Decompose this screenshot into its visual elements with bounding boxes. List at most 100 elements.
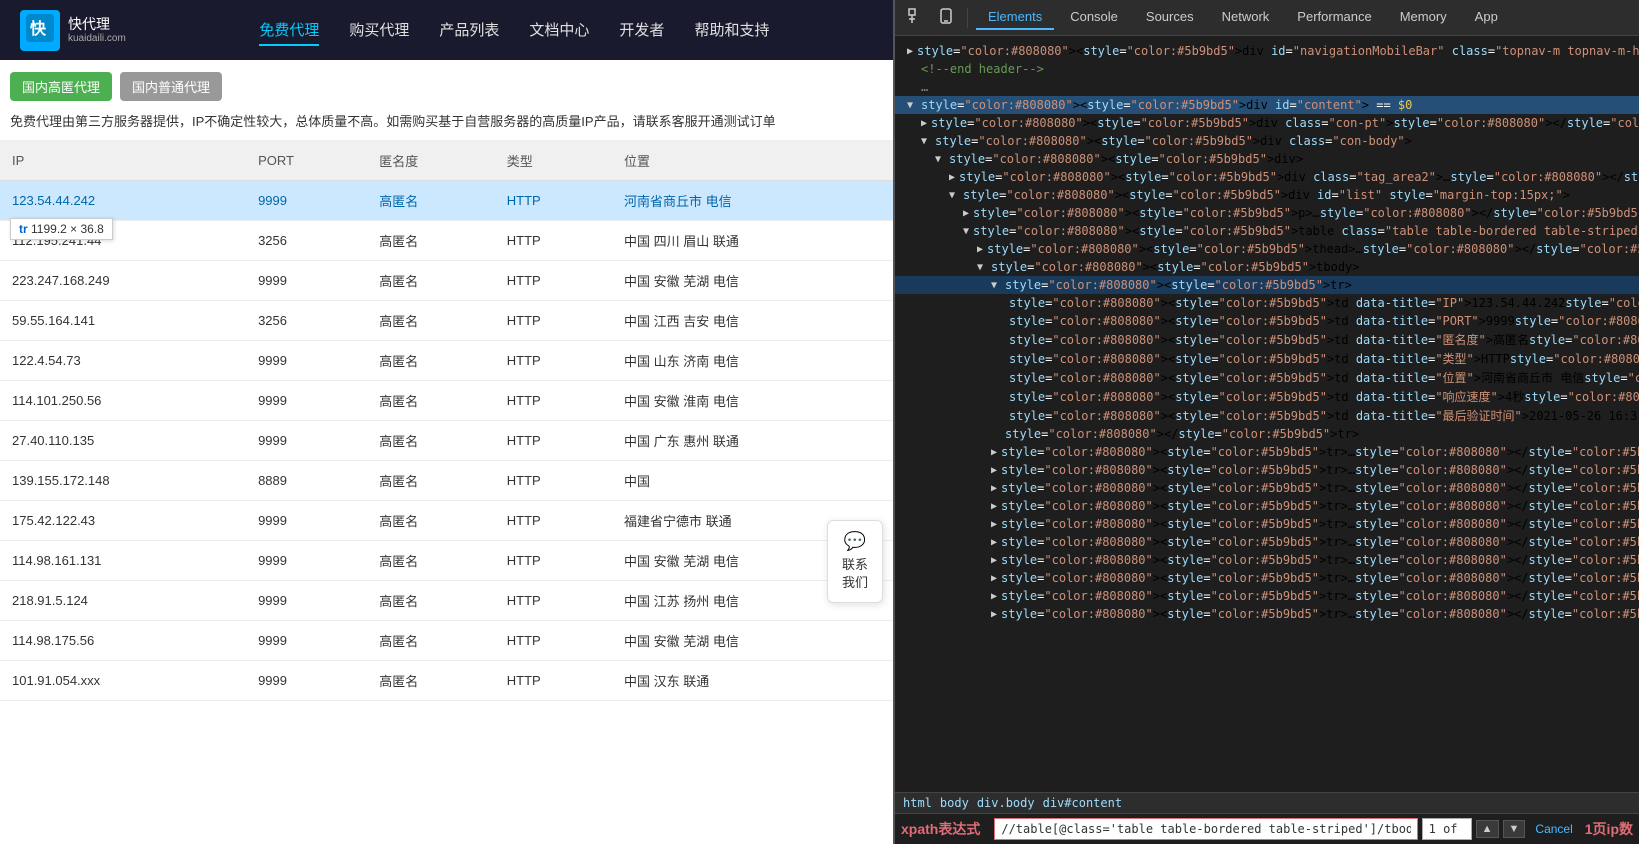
dom-line[interactable]: style="color:#808080"><style="color:#5b9… xyxy=(895,515,1639,533)
table-row[interactable]: 59.55.164.1413256高匿名HTTP中国 江西 吉安 电信 xyxy=(0,301,893,341)
dom-line[interactable]: style="color:#808080"><style="color:#5b9… xyxy=(895,443,1639,461)
triangle-icon[interactable] xyxy=(991,483,997,494)
dom-line[interactable]: style="color:#808080"><style="color:#5b9… xyxy=(895,533,1639,551)
triangle-icon[interactable] xyxy=(949,172,955,183)
breadcrumb-item[interactable]: body xyxy=(940,796,969,810)
triangle-icon[interactable] xyxy=(991,501,997,512)
dom-line[interactable]: style="color:#808080"><style="color:#5b9… xyxy=(895,587,1639,605)
dom-line[interactable]: style="color:#808080"><style="color:#5b9… xyxy=(895,168,1639,186)
dom-content: style="color:#808080"><style="color:#5b9… xyxy=(921,98,1412,112)
dom-line[interactable]: style="color:#808080"><style="color:#5b9… xyxy=(895,42,1639,60)
dom-line[interactable]: style="color:#808080"><style="color:#5b9… xyxy=(895,330,1639,349)
dom-line[interactable]: style="color:#808080"><style="color:#5b9… xyxy=(895,479,1639,497)
table-row[interactable]: 223.247.168.2499999高匿名HTTP中国 安徽 芜湖 电信 xyxy=(0,261,893,301)
table-row[interactable]: 112.195.241.443256高匿名HTTP中国 四川 眉山 联通 xyxy=(0,221,893,261)
nav-link-help[interactable]: 帮助和支持 xyxy=(694,15,769,46)
dom-line[interactable]: style="color:#808080"><style="color:#5b9… xyxy=(895,240,1639,258)
table-wrapper[interactable]: IP PORT 匿名度 类型 位置 123.54.44.2429999高匿名HT… xyxy=(0,141,893,844)
dom-line[interactable]: style="color:#808080"><style="color:#5b9… xyxy=(895,551,1639,569)
tab-sources[interactable]: Sources xyxy=(1134,5,1206,30)
triangle-icon[interactable] xyxy=(921,136,931,147)
tab-network[interactable]: Network xyxy=(1210,5,1282,30)
table-row[interactable]: 123.54.44.2429999高匿名HTTP河南省商丘市 电信 xyxy=(0,181,893,221)
dom-content: style="color:#808080"><style="color:#5b9… xyxy=(987,242,1639,256)
nav-link-free[interactable]: 免费代理 xyxy=(259,15,319,46)
dom-line[interactable]: style="color:#808080"><style="color:#5b9… xyxy=(895,497,1639,515)
dom-line[interactable]: style="color:#808080"><style="color:#5b9… xyxy=(895,258,1639,276)
dom-content: … xyxy=(921,80,928,94)
dom-line[interactable]: … xyxy=(895,78,1639,96)
dom-line[interactable]: style="color:#808080"><style="color:#5b9… xyxy=(895,312,1639,330)
table-row[interactable]: 27.40.110.1359999高匿名HTTP中国 广东 惠州 联通 xyxy=(0,421,893,461)
triangle-icon[interactable] xyxy=(991,519,997,530)
triangle-icon[interactable] xyxy=(907,46,913,57)
device-icon[interactable] xyxy=(933,5,959,30)
triangle-icon[interactable] xyxy=(921,118,927,129)
chat-widget[interactable]: 💬 联系我们 xyxy=(827,520,883,603)
triangle-icon[interactable] xyxy=(949,190,959,201)
nav-link-buy[interactable]: 购买代理 xyxy=(349,15,409,46)
dom-tree[interactable]: style="color:#808080"><style="color:#5b9… xyxy=(895,36,1639,792)
triangle-icon[interactable] xyxy=(977,262,987,273)
triangle-icon[interactable] xyxy=(907,100,917,111)
triangle-icon[interactable] xyxy=(991,447,997,458)
dom-line[interactable]: style="color:#808080"><style="color:#5b9… xyxy=(895,114,1639,132)
dom-line[interactable]: style="color:#808080"><style="color:#5b9… xyxy=(895,569,1639,587)
table-row[interactable]: 114.98.161.1319999高匿名HTTP中国 安徽 芜湖 电信 xyxy=(0,541,893,581)
dom-line[interactable]: style="color:#808080"><style="color:#5b9… xyxy=(895,349,1639,368)
dom-line[interactable]: style="color:#808080"><style="color:#5b9… xyxy=(895,96,1639,114)
table-row[interactable]: 139.155.172.1488889高匿名HTTP中国 xyxy=(0,461,893,501)
page-input[interactable] xyxy=(1422,818,1472,840)
dom-content: style="color:#808080"><style="color:#5b9… xyxy=(931,116,1639,130)
cancel-button[interactable]: Cancel xyxy=(1529,820,1578,838)
tab-console[interactable]: Console xyxy=(1058,5,1130,30)
tab-memory[interactable]: Memory xyxy=(1388,5,1459,30)
dom-line[interactable]: style="color:#808080"><style="color:#5b9… xyxy=(895,387,1639,406)
dom-line[interactable]: style="color:#808080"><style="color:#5b9… xyxy=(895,150,1639,168)
dom-line[interactable]: style="color:#808080"><style="color:#5b9… xyxy=(895,186,1639,204)
tab-normal[interactable]: 国内普通代理 xyxy=(120,72,222,101)
table-row[interactable]: 101.91.054.xxx9999高匿名HTTP中国 汉东 联通 xyxy=(0,661,893,701)
triangle-icon[interactable] xyxy=(991,609,997,620)
breadcrumb-item[interactable]: html xyxy=(903,796,932,810)
nav-link-docs[interactable]: 文档中心 xyxy=(529,15,589,46)
triangle-icon[interactable] xyxy=(991,573,997,584)
tab-app[interactable]: App xyxy=(1463,5,1510,30)
triangle-icon[interactable] xyxy=(977,244,983,255)
triangle-icon[interactable] xyxy=(991,280,1001,291)
table-row[interactable]: 218.91.5.1249999高匿名HTTP中国 江苏 扬州 电信 xyxy=(0,581,893,621)
table-row[interactable]: 114.101.250.569999高匿名HTTP中国 安徽 淮南 电信 xyxy=(0,381,893,421)
nav-link-products[interactable]: 产品列表 xyxy=(439,15,499,46)
breadcrumb-item[interactable]: div#content xyxy=(1043,796,1122,810)
triangle-icon[interactable] xyxy=(991,465,997,476)
dom-line[interactable]: style="color:#808080"><style="color:#5b9… xyxy=(895,461,1639,479)
nav-up-arrow[interactable]: ▲ xyxy=(1476,820,1499,838)
table-row[interactable]: 175.42.122.439999高匿名HTTP福建省宁德市 联通 xyxy=(0,501,893,541)
table-row[interactable]: 114.98.175.569999高匿名HTTP中国 安徽 芜湖 电信 xyxy=(0,621,893,661)
triangle-icon[interactable] xyxy=(991,591,997,602)
dom-line[interactable]: style="color:#808080"><style="color:#5b9… xyxy=(895,222,1639,240)
dom-line[interactable]: style="color:#808080"><style="color:#5b9… xyxy=(895,132,1639,150)
triangle-icon[interactable] xyxy=(963,226,969,237)
inspect-icon[interactable] xyxy=(903,5,929,30)
triangle-icon[interactable] xyxy=(935,154,945,165)
dom-line[interactable]: style="color:#808080"><style="color:#5b9… xyxy=(895,605,1639,623)
dom-line[interactable]: style="color:#808080"><style="color:#5b9… xyxy=(895,204,1639,222)
dom-line[interactable]: style="color:#808080"></style="color:#5b… xyxy=(895,425,1639,443)
triangle-icon[interactable] xyxy=(991,555,997,566)
breadcrumb-item[interactable]: div.body xyxy=(977,796,1035,810)
table-row[interactable]: 122.4.54.739999高匿名HTTP中国 山东 济南 电信 xyxy=(0,341,893,381)
tab-performance[interactable]: Performance xyxy=(1285,5,1383,30)
nav-down-arrow[interactable]: ▼ xyxy=(1503,820,1526,838)
tab-elements[interactable]: Elements xyxy=(976,5,1054,30)
triangle-icon[interactable] xyxy=(991,537,997,548)
dom-line[interactable]: style="color:#808080"><style="color:#5b9… xyxy=(895,294,1639,312)
dom-line[interactable]: style="color:#808080"><style="color:#5b9… xyxy=(895,276,1639,294)
nav-link-dev[interactable]: 开发者 xyxy=(619,15,664,46)
dom-line[interactable]: style="color:#808080"><style="color:#5b9… xyxy=(895,368,1639,387)
dom-line[interactable]: <!--end header--> xyxy=(895,60,1639,78)
triangle-icon[interactable] xyxy=(963,208,969,219)
tab-high-anon[interactable]: 国内高匿代理 xyxy=(10,72,112,101)
dom-line[interactable]: style="color:#808080"><style="color:#5b9… xyxy=(895,406,1639,425)
xpath-input[interactable] xyxy=(994,818,1417,840)
